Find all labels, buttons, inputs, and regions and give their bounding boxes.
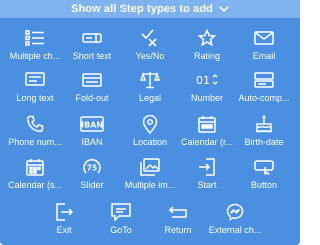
step-label: Yes/No	[135, 51, 165, 61]
step-location[interactable]: Location	[122, 112, 178, 154]
calendar-range-icon	[195, 114, 219, 134]
step-label: Multiple im...	[124, 180, 176, 190]
step-label: Rating	[193, 51, 220, 61]
step-calendar-range[interactable]: Calendar (r...	[179, 112, 235, 154]
yes-no-icon	[138, 28, 162, 48]
step-label: Start	[197, 180, 217, 190]
step-short-text[interactable]: Short text	[64, 26, 120, 68]
birthday-cake-icon	[252, 114, 276, 134]
step-calendar-single[interactable]: Calendar (s...	[7, 155, 63, 197]
scales-icon	[138, 70, 162, 90]
number-icon: 01	[195, 70, 219, 90]
step-start[interactable]: Start	[179, 155, 235, 197]
step-email[interactable]: Email	[236, 26, 292, 68]
step-label: Phone num...	[8, 137, 62, 147]
step-long-text[interactable]: Long text	[7, 68, 63, 110]
short-text-icon	[80, 28, 104, 48]
step-birth-date[interactable]: Birth-date	[236, 112, 292, 154]
long-text-icon	[23, 70, 47, 90]
slider-icon-text: 75	[87, 164, 97, 173]
messenger-icon	[223, 202, 247, 222]
fold-out-icon	[80, 70, 104, 90]
step-label: Button	[250, 180, 278, 190]
step-iban[interactable]: IBAN IBAN	[64, 112, 120, 154]
calendar-single-icon	[23, 157, 47, 177]
return-arrow-icon	[166, 202, 190, 222]
step-phone-number[interactable]: Phone num...	[7, 112, 63, 154]
phone-icon	[23, 114, 47, 134]
step-label: IBAN	[81, 137, 103, 147]
button-icon	[252, 157, 276, 177]
step-number[interactable]: 01 Number	[179, 68, 235, 110]
step-fold-out[interactable]: Fold-out	[64, 68, 120, 110]
auto-complete-icon	[252, 70, 276, 90]
door-exit-icon	[52, 202, 76, 222]
step-exit[interactable]: Exit	[36, 200, 92, 242]
step-multiple-images[interactable]: Multiple im...	[122, 155, 178, 197]
step-yes-no[interactable]: Yes/No	[122, 26, 178, 68]
step-rating[interactable]: Rating	[179, 26, 235, 68]
step-slider[interactable]: 75 Slider	[64, 155, 120, 197]
iban-icon: IBAN	[80, 114, 104, 134]
step-label: Short text	[72, 51, 112, 61]
step-label: Birth-date	[244, 137, 284, 147]
step-legal[interactable]: Legal	[122, 68, 178, 110]
star-icon	[195, 28, 219, 48]
step-label: Email	[252, 51, 276, 61]
step-label: Exit	[56, 225, 72, 235]
step-goto[interactable]: GoTo	[93, 200, 149, 242]
step-label: Long text	[16, 93, 54, 103]
step-label: Legal	[138, 93, 162, 103]
step-label: Calendar (r...	[180, 137, 234, 147]
step-external-channel[interactable]: External ch...	[207, 200, 263, 242]
step-label: Calendar (s...	[7, 180, 63, 190]
door-enter-icon	[195, 157, 219, 177]
multiple-images-icon	[138, 157, 162, 177]
list-icon	[23, 28, 47, 48]
step-label: Multiple ch...	[9, 51, 61, 61]
step-label: Return	[164, 225, 192, 235]
show-all-step-types-toggle[interactable]: Show all Step types to add	[0, 0, 300, 18]
goto-message-icon	[109, 202, 133, 222]
step-label: Number	[190, 93, 223, 103]
step-auto-complete[interactable]: Auto-comp...	[236, 68, 292, 110]
step-label: Auto-comp...	[238, 93, 290, 103]
show-all-title: Show all Step types to add	[71, 3, 213, 15]
step-types-panel: Show all Step types to add Multiple ch..…	[0, 0, 300, 245]
step-label: External ch...	[208, 225, 262, 235]
location-pin-icon	[138, 114, 162, 134]
step-multiple-choice[interactable]: Multiple ch...	[7, 26, 63, 68]
step-label: Slider	[80, 180, 104, 190]
slider-gauge-icon: 75	[80, 157, 104, 177]
iban-icon-text: IBAN	[81, 121, 103, 130]
step-label: Fold-out	[75, 93, 109, 103]
step-label: GoTo	[110, 225, 132, 235]
step-return[interactable]: Return	[150, 200, 206, 242]
step-label: Location	[132, 137, 168, 147]
envelope-icon	[252, 28, 276, 48]
step-button[interactable]: Button	[236, 155, 292, 197]
chevron-down-icon	[219, 5, 229, 13]
number-icon-text: 01	[196, 74, 210, 87]
